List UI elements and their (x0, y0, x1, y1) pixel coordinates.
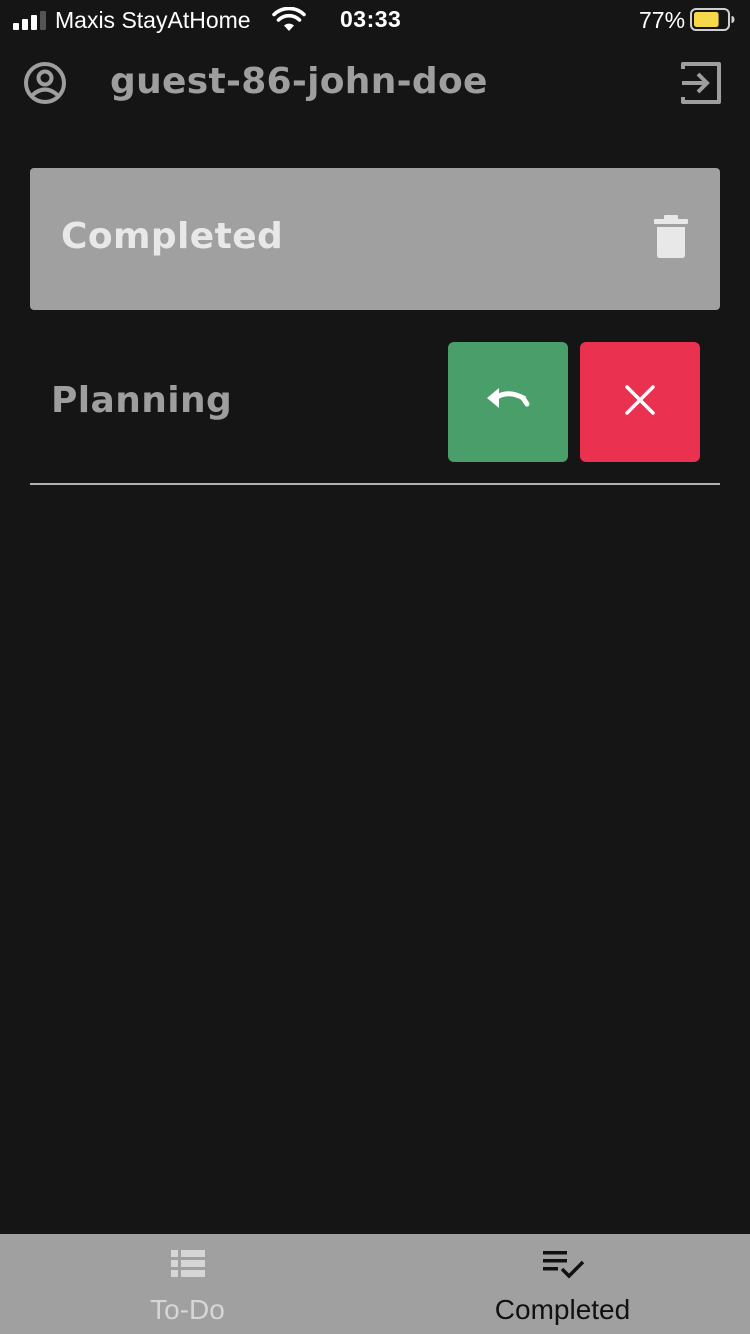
tab-todo[interactable]: To-Do (0, 1234, 375, 1334)
bottom-tab-bar: To-Do Completed (0, 1234, 750, 1334)
battery-icon (690, 8, 735, 31)
trash-icon[interactable] (652, 214, 692, 266)
task-row: Planning (30, 330, 720, 485)
section-title: Completed (61, 216, 284, 257)
account-circle-icon[interactable] (22, 60, 68, 110)
tab-completed[interactable]: Completed (375, 1234, 750, 1334)
close-icon (624, 384, 656, 420)
logout-icon[interactable] (678, 60, 724, 110)
playlist-check-icon (541, 1248, 587, 1286)
battery-percent: 77% (639, 7, 686, 33)
list-icon (170, 1248, 206, 1284)
app-screen: Maxis StayAtHome 03:33 77% guest-86-john… (0, 0, 750, 1334)
completed-section-header: Completed (30, 168, 720, 310)
app-header: guest-86-john-doe (0, 52, 750, 116)
undo-button[interactable] (448, 342, 568, 462)
delete-task-button[interactable] (580, 342, 700, 462)
status-bar: Maxis StayAtHome 03:33 77% (0, 0, 750, 42)
clock: 03:33 (340, 6, 402, 32)
carrier-name: Maxis StayAtHome (55, 7, 251, 33)
tab-todo-label: To-Do (150, 1294, 225, 1325)
task-label: Planning (51, 380, 233, 421)
tab-completed-label: Completed (494, 1294, 631, 1325)
wifi-icon (272, 6, 306, 39)
undo-icon (485, 385, 531, 419)
signal-strength-icon (13, 10, 46, 30)
username-title: guest-86-john-doe (110, 61, 488, 102)
